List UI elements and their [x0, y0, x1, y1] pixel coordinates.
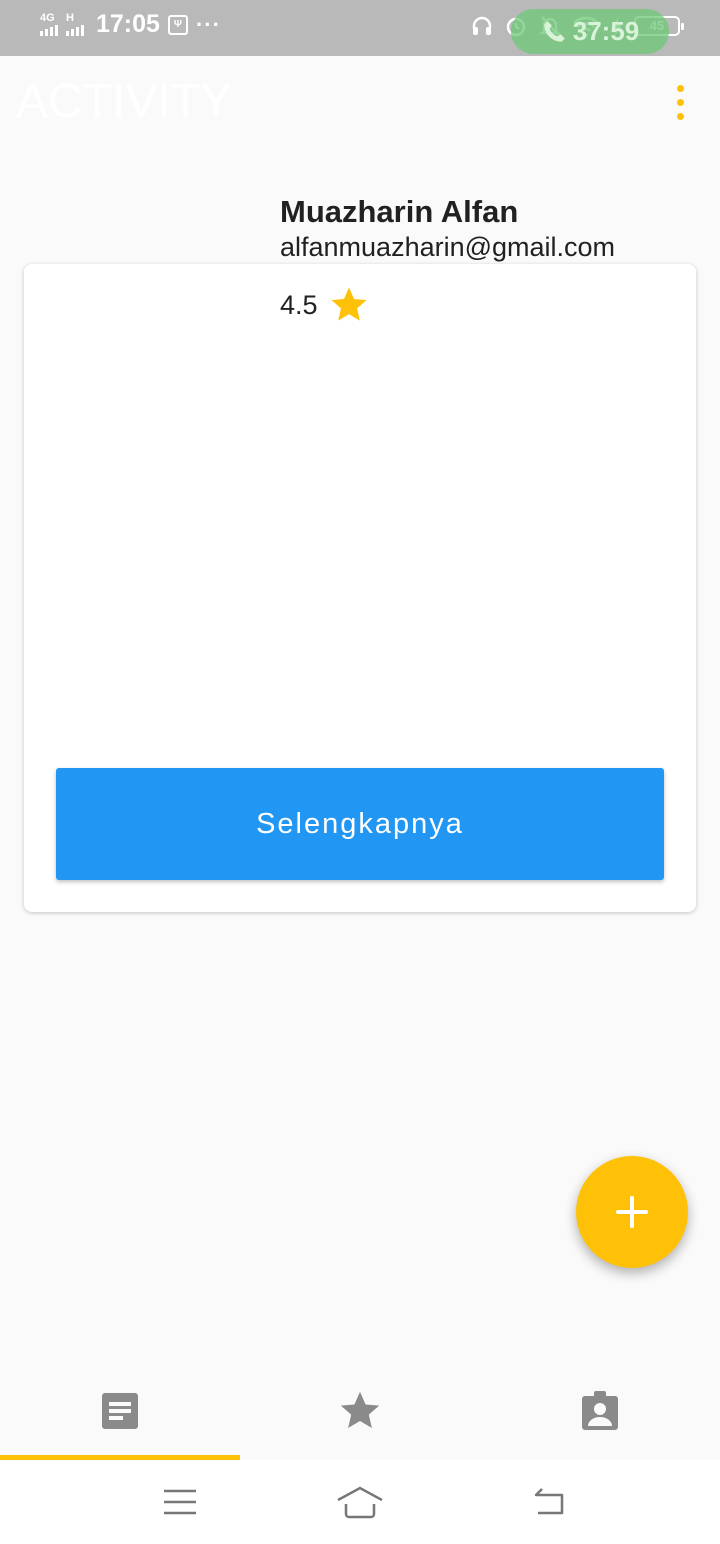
call-timer: 37:59 — [572, 16, 640, 46]
overflow-menu-icon[interactable] — [664, 78, 696, 126]
profile-card: 4.5 Selengkapnya — [24, 264, 696, 912]
status-time: 17:05 — [96, 10, 160, 38]
back-icon — [534, 1488, 564, 1515]
more-details-button[interactable]: Selengkapnya — [56, 768, 664, 880]
status-left: 4G H 17:05 Ψ ··· — [40, 10, 221, 39]
star-icon — [340, 1391, 380, 1429]
phone-icon — [544, 20, 565, 42]
menu-icon — [164, 1489, 196, 1515]
signal-bars-icon — [66, 24, 84, 36]
page-title: ACTIVITY — [16, 75, 233, 128]
home-button[interactable] — [330, 1480, 390, 1524]
menu-button[interactable] — [150, 1480, 210, 1524]
contact-card-icon — [582, 1391, 618, 1430]
more-notifications-icon: ··· — [195, 11, 221, 37]
signal-h: H — [66, 13, 84, 36]
signal-4g: 4G — [40, 13, 58, 36]
ongoing-call-pill[interactable]: 37:59 — [511, 9, 669, 54]
add-fab-button[interactable] — [576, 1156, 688, 1268]
network-label-4g: 4G — [40, 12, 55, 24]
headphones-icon — [472, 16, 492, 35]
document-icon — [102, 1393, 138, 1429]
profile-name: Muazharin Alfan — [280, 194, 519, 229]
rating-value: 4.5 — [280, 289, 318, 320]
star-icon — [331, 287, 367, 321]
tab-profile[interactable] — [480, 1362, 720, 1460]
tab-activity[interactable] — [0, 1362, 240, 1460]
app-bar: ACTIVITY — [0, 56, 720, 146]
home-icon — [337, 1486, 383, 1519]
signal-bars-icon — [40, 24, 58, 36]
usb-icon: Ψ — [167, 14, 188, 35]
plus-icon — [616, 1196, 648, 1228]
system-navigation-bar — [0, 1460, 720, 1544]
bottom-navigation — [0, 1362, 720, 1460]
tab-favorites[interactable] — [240, 1362, 480, 1460]
status-bar: 4G H 17:05 Ψ ··· 45 37:59 — [0, 0, 720, 56]
back-button[interactable] — [520, 1480, 580, 1524]
profile-email: alfanmuazharin@gmail.com — [280, 232, 616, 262]
network-label-h: H — [66, 12, 74, 24]
rating: 4.5 — [280, 284, 370, 326]
